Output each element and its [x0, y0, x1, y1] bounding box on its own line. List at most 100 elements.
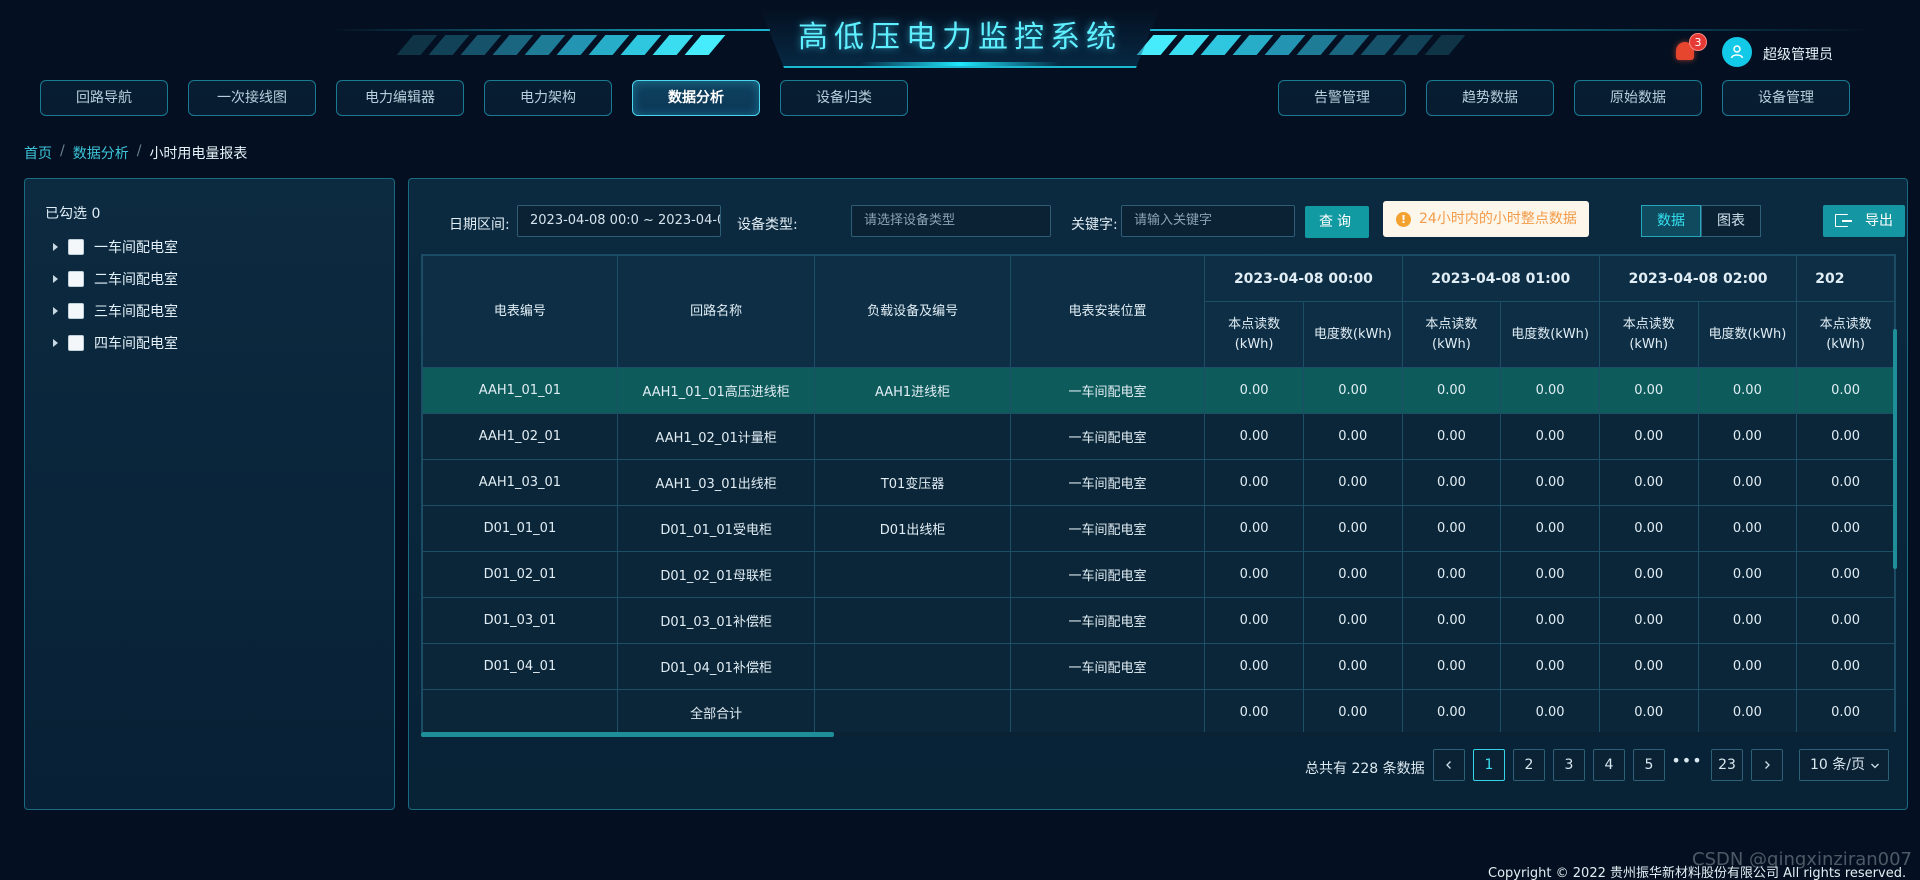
nav-single-line-diagram[interactable]: 一次接线图	[188, 80, 316, 116]
tree-node[interactable]: 一车间配电室	[53, 231, 178, 263]
caret-right-icon[interactable]	[53, 307, 58, 315]
nav-raw-data[interactable]: 原始数据	[1574, 80, 1702, 116]
chevron-down-icon	[1871, 763, 1879, 769]
tree-node-label[interactable]: 四车间配电室	[94, 333, 178, 353]
prev-page-button[interactable]	[1433, 749, 1465, 781]
export-button[interactable]: 导出	[1823, 205, 1905, 237]
device-type-select[interactable]: 请选择设备类型	[851, 205, 1051, 237]
cell-meter-no: D01_02_01	[422, 551, 618, 598]
tree-node-label[interactable]: 二车间配电室	[94, 269, 178, 289]
next-page-button[interactable]	[1751, 749, 1783, 781]
cell-load-device: AAH1进线柜	[814, 367, 1011, 414]
cell-value: 0.00	[1598, 367, 1699, 414]
table-row[interactable]: D01_04_01 D01_04_01补偿柜 一车间配电室 0.00 0.00 0.00 0…	[422, 643, 1895, 690]
date-range-label: 日期区间:	[449, 217, 510, 233]
page-button-1[interactable]: 1	[1473, 749, 1505, 781]
summary-value: 0.00	[1401, 689, 1502, 735]
cell-value: 0.00	[1204, 505, 1304, 552]
cell-value: 0.00	[1500, 643, 1600, 690]
tree-node-label[interactable]: 三车间配电室	[94, 301, 178, 321]
page-size-select[interactable]: 10 条/页	[1799, 749, 1889, 781]
table-head: 电表编号 回路名称 负载设备及编号 电表安装位置 2023-04-08 00:0…	[422, 255, 1895, 368]
page-button-last[interactable]: 23	[1711, 749, 1743, 781]
tree-checkbox[interactable]	[68, 239, 84, 255]
nav-power-architecture[interactable]: 电力架构	[484, 80, 612, 116]
user-name[interactable]: 超级管理员	[1763, 44, 1833, 64]
pagination: 总共有 228 条数据 1 2 3 4 5 ••• 23 10 条/页	[409, 749, 1909, 783]
breadcrumb-home[interactable]: 首页	[24, 143, 52, 163]
table-row[interactable]: AAH1_01_01 AAH1_01_01高压进线柜 AAH1进线柜 一车间配电室 0.…	[422, 367, 1895, 414]
cell-install-location: 一车间配电室	[1009, 413, 1206, 460]
cell-circuit-name: D01_04_01补偿柜	[616, 643, 816, 690]
table-row[interactable]: AAH1_03_01 AAH1_03_01出线柜 T01变压器 一车间配电室 0.00 0…	[422, 459, 1895, 506]
filter-bar: 日期区间: 2023-04-08 00:0 ~ 2023-04-08 21:0 …	[441, 201, 1905, 239]
table-row[interactable]: D01_03_01 D01_03_01补偿柜 一车间配电室 0.00 0.00 0.00 0…	[422, 597, 1895, 644]
report-table-container[interactable]: 电表编号 回路名称 负载设备及编号 电表安装位置 2023-04-08 00:0…	[421, 254, 1896, 736]
title-glow	[860, 62, 1060, 66]
report-panel: 日期区间: 2023-04-08 00:0 ~ 2023-04-08 21:0 …	[408, 178, 1908, 810]
user-avatar[interactable]	[1722, 37, 1752, 67]
cell-value: 0.00	[1500, 597, 1600, 644]
header-reading: 本点读数 (kWh)	[1204, 301, 1304, 368]
view-data-button[interactable]: 数据	[1641, 205, 1701, 237]
header-date-1: 2023-04-08 01:00	[1401, 255, 1600, 302]
tree-checkbox[interactable]	[68, 303, 84, 319]
table-row[interactable]: AAH1_02_01 AAH1_02_01计量柜 一车间配电室 0.00 0.00 0.0…	[422, 413, 1895, 460]
summary-value: 0.00	[1796, 689, 1895, 735]
more-pages-icon[interactable]: •••	[1671, 751, 1703, 770]
caret-right-icon[interactable]	[53, 243, 58, 251]
cell-value: 0.00	[1598, 459, 1699, 506]
nav-power-editor[interactable]: 电力编辑器	[336, 80, 464, 116]
cell-value: 0.00	[1401, 459, 1502, 506]
cell-value: 0.00	[1401, 505, 1502, 552]
nav-trend-data[interactable]: 趋势数据	[1426, 80, 1554, 116]
cell-meter-no: AAH1_02_01	[422, 413, 618, 460]
nav-device-classification[interactable]: 设备归类	[780, 80, 908, 116]
tree-node[interactable]: 二车间配电室	[53, 263, 178, 295]
breadcrumb-data-analysis[interactable]: 数据分析	[73, 143, 129, 163]
table-row[interactable]: D01_01_01 D01_01_01受电柜 D01出线柜 一车间配电室 0.00 0.0…	[422, 505, 1895, 552]
nav-alarm-management[interactable]: 告警管理	[1278, 80, 1406, 116]
cell-circuit-name: D01_02_01母联柜	[616, 551, 816, 598]
cell-value: 0.00	[1697, 643, 1798, 690]
tree-node[interactable]: 三车间配电室	[53, 295, 178, 327]
alarm-count-badge: 3	[1689, 33, 1707, 51]
header-date-2: 2023-04-08 02:00	[1598, 255, 1798, 302]
summary-value: 0.00	[1500, 689, 1600, 735]
view-chart-button[interactable]: 图表	[1701, 205, 1761, 237]
summary-value: 0.00	[1697, 689, 1798, 735]
table-row[interactable]: D01_02_01 D01_02_01母联柜 一车间配电室 0.00 0.00 0.00 0…	[422, 551, 1895, 598]
page-button-4[interactable]: 4	[1593, 749, 1625, 781]
query-button[interactable]: 查询	[1305, 206, 1369, 238]
cell-value: 0.00	[1796, 643, 1895, 690]
page-button-3[interactable]: 3	[1553, 749, 1585, 781]
header-reading: 本点读数 (kWh)	[1401, 301, 1502, 368]
cell-load-device	[814, 597, 1011, 644]
warning-icon: !	[1396, 212, 1411, 227]
page-button-5[interactable]: 5	[1633, 749, 1665, 781]
tree-checkbox[interactable]	[68, 271, 84, 287]
header-stripes-right	[1136, 35, 1466, 55]
tree-node-label[interactable]: 一车间配电室	[94, 237, 178, 257]
breadcrumb: 首页 / 数据分析 / 小时用电量报表	[24, 143, 247, 163]
nav-loop-navigation[interactable]: 回路导航	[40, 80, 168, 116]
nav-device-management[interactable]: 设备管理	[1722, 80, 1850, 116]
cell-load-device	[814, 413, 1011, 460]
vertical-scroll-thumb[interactable]	[1893, 329, 1897, 569]
horizontal-scroll-thumb[interactable]	[421, 732, 834, 737]
summary-empty-cell	[422, 689, 618, 735]
cell-value: 0.00	[1302, 367, 1403, 414]
tree-checkbox[interactable]	[68, 335, 84, 351]
cell-value: 0.00	[1401, 413, 1502, 460]
caret-right-icon[interactable]	[53, 339, 58, 347]
cell-value: 0.00	[1796, 413, 1895, 460]
page-button-2[interactable]: 2	[1513, 749, 1545, 781]
keyword-input[interactable]: 请输入关键字	[1121, 205, 1295, 237]
header-energy: 电度数(kWh)	[1500, 301, 1600, 368]
caret-right-icon[interactable]	[53, 275, 58, 283]
cell-circuit-name: AAH1_02_01计量柜	[616, 413, 816, 460]
date-range-input[interactable]: 2023-04-08 00:0 ~ 2023-04-08 21:0	[517, 205, 721, 237]
horizontal-scrollbar[interactable]	[421, 732, 1896, 737]
nav-data-analysis[interactable]: 数据分析	[632, 80, 760, 116]
tree-node[interactable]: 四车间配电室	[53, 327, 178, 359]
